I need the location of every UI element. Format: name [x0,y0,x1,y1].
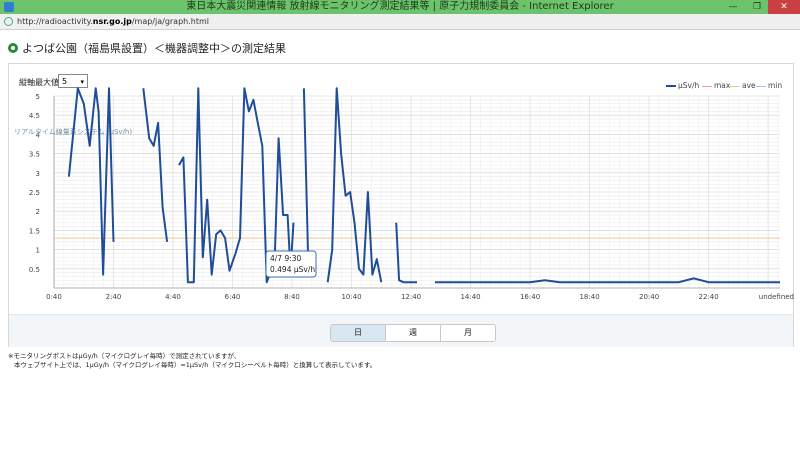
x-tick-label: 22:40 [698,293,718,301]
x-tick-label: 8:40 [284,293,300,301]
series-line-dose-rate [326,87,383,283]
footnote-line: 本ウェブサイト上では、1μGy/h（マイクログレイ毎時）=1μSv/h（マイクロ… [14,361,377,369]
tab-week[interactable]: 週 [386,325,441,341]
x-tick-label: 12:40 [401,293,421,301]
y-tick-label: 0.5 [29,266,40,274]
x-tick-label: 14:40 [460,293,480,301]
x-tick-label: 2:40 [106,293,122,301]
x-tick-label: 20:40 [639,293,659,301]
tooltip-value: 0.494 μSv/h [270,265,315,274]
x-tick-label: 18:40 [579,293,599,301]
x-tick-label: 6:40 [225,293,241,301]
series-line-dose-rate [67,87,115,276]
y-tick-label: 3.5 [29,151,40,159]
tooltip-time: 4/7 9:30 [270,254,302,263]
y-tick-label: 2 [36,208,40,216]
x-tick-label: 4:40 [165,293,181,301]
tab-month[interactable]: 月 [441,325,495,341]
y-tick-label: 1.5 [29,227,40,235]
x-tick-label: 0:40 [46,293,62,301]
y-tick-label: 2.5 [29,189,40,197]
x-tick-label: undefined [759,293,794,301]
series-line-dose-rate [395,222,417,284]
x-tick-label: 10:40 [341,293,361,301]
tab-day[interactable]: 日 [331,325,386,341]
footnotes: ※モニタリングポストはμGy/h（マイクログレイ毎時）で測定されていますが、 本… [8,352,376,370]
footnote-line: ※モニタリングポストはμGy/h（マイクログレイ毎時）で測定されていますが、 [8,352,241,360]
y-tick-label: 5 [36,93,40,101]
x-tick-label: 16:40 [520,293,540,301]
y-tick-label: 1 [36,247,40,255]
y-tick-label: 4.5 [29,112,40,120]
y-tick-label: 3 [36,170,40,178]
period-tabs: 日 週 月 [330,324,496,342]
dose-rate-chart: 54.543.532.521.510.50:40 2:40 4:40 6:40 8:40… [14,87,794,301]
